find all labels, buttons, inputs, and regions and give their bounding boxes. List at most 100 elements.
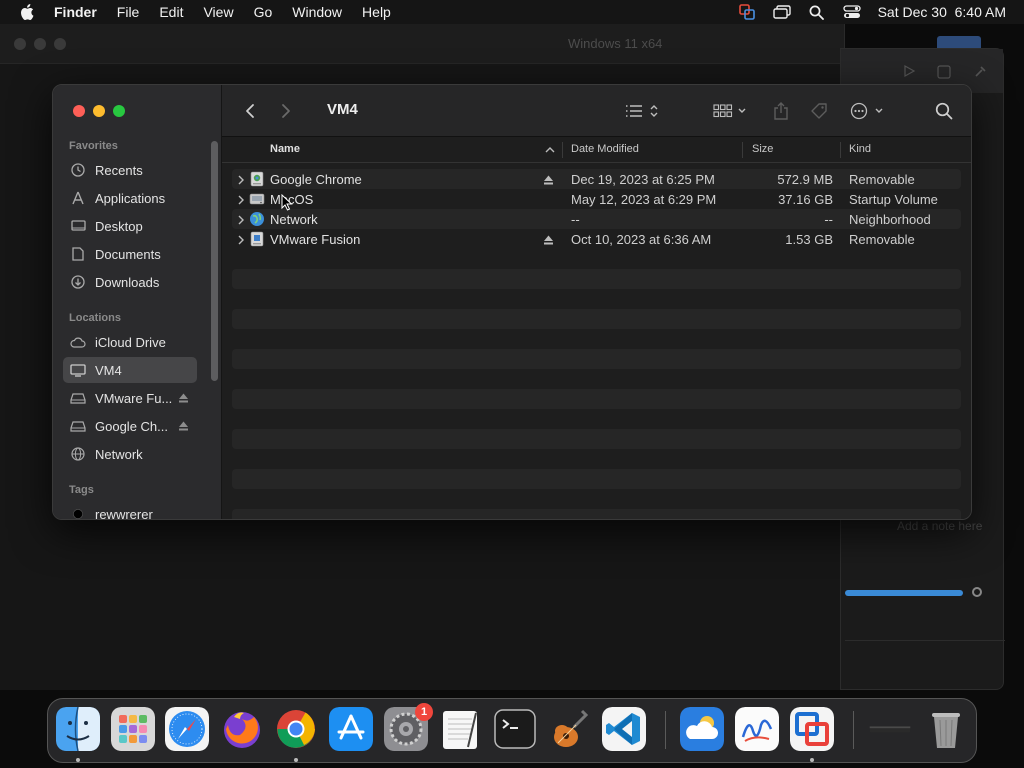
sidebar-item-tag[interactable]: rewwrerer bbox=[63, 501, 197, 519]
dock-disk[interactable] bbox=[868, 707, 912, 751]
zoom-button[interactable] bbox=[113, 105, 125, 117]
sidebar-item-recents[interactable]: Recents bbox=[63, 157, 197, 183]
apple-menu-icon[interactable] bbox=[18, 4, 36, 20]
table-row[interactable]: Google Chrome Dec 19, 2023 at 6:25 PM 57… bbox=[232, 169, 961, 189]
dock-vmware-fusion[interactable] bbox=[790, 707, 834, 751]
menu-clock[interactable]: Sat Dec 30 6:40 AM bbox=[878, 4, 1006, 20]
menu-go[interactable]: Go bbox=[254, 4, 273, 20]
finder-sidebar: Favorites Recents Applications Desktop D… bbox=[53, 85, 222, 519]
tag-button[interactable] bbox=[809, 101, 829, 121]
column-separator[interactable] bbox=[840, 142, 841, 158]
eject-icon[interactable] bbox=[543, 233, 554, 248]
sidebar-item-label: Recents bbox=[95, 162, 143, 178]
empty-row bbox=[232, 249, 961, 269]
empty-row bbox=[232, 449, 961, 469]
dock-google-chrome[interactable] bbox=[274, 707, 318, 751]
menu-help[interactable]: Help bbox=[362, 4, 391, 20]
sidebar-item-label: Downloads bbox=[95, 274, 160, 290]
sidebar-item-applications[interactable]: Applications bbox=[63, 185, 197, 211]
control-center-icon[interactable] bbox=[842, 4, 861, 20]
dock-safari[interactable] bbox=[165, 707, 209, 751]
disclosure-triangle-icon[interactable] bbox=[237, 193, 245, 208]
menu-app-finder[interactable]: Finder bbox=[54, 4, 97, 20]
close-button[interactable] bbox=[73, 105, 85, 117]
table-row[interactable]: VMware Fusion Oct 10, 2023 at 6:36 AM 1.… bbox=[232, 229, 961, 249]
applications-icon bbox=[69, 189, 87, 207]
finder-toolbar: VM4 bbox=[222, 85, 971, 137]
sort-ascending-icon[interactable] bbox=[545, 145, 555, 157]
dock-freeform[interactable] bbox=[735, 707, 779, 751]
row-name: Network bbox=[270, 212, 318, 227]
menu-window[interactable]: Window bbox=[292, 4, 342, 20]
menu-edit[interactable]: Edit bbox=[159, 4, 183, 20]
back-button[interactable] bbox=[240, 101, 260, 121]
dock-running-indicator bbox=[76, 758, 80, 762]
sidebar-item-google-chrome[interactable]: Google Ch... bbox=[63, 413, 197, 439]
column-separator[interactable] bbox=[742, 142, 743, 158]
eject-icon[interactable] bbox=[178, 419, 189, 434]
row-size: 37.16 GB bbox=[778, 192, 833, 207]
search-button[interactable] bbox=[934, 101, 954, 121]
action-menu-button[interactable] bbox=[850, 101, 886, 121]
list-view-button[interactable] bbox=[624, 101, 660, 121]
file-list: Google Chrome Dec 19, 2023 at 6:25 PM 57… bbox=[232, 169, 961, 519]
column-kind[interactable]: Kind bbox=[849, 143, 871, 155]
drive-icon bbox=[69, 417, 87, 435]
screen-mirror-icon[interactable] bbox=[772, 4, 791, 20]
sidebar-item-network[interactable]: Network bbox=[63, 441, 197, 467]
sidebar-item-label: VM4 bbox=[95, 362, 122, 378]
disclosure-triangle-icon[interactable] bbox=[237, 233, 245, 248]
sidebar-item-downloads[interactable]: Downloads bbox=[63, 269, 197, 295]
cloud-icon bbox=[69, 333, 87, 351]
empty-row bbox=[232, 409, 961, 429]
disclosure-triangle-icon[interactable] bbox=[237, 213, 245, 228]
dock-trash[interactable] bbox=[924, 707, 968, 751]
menu-view[interactable]: View bbox=[203, 4, 233, 20]
minimize-button[interactable] bbox=[93, 105, 105, 117]
dock-launchpad[interactable] bbox=[111, 707, 155, 751]
sidebar-item-desktop[interactable]: Desktop bbox=[63, 213, 197, 239]
bg-tools-icon bbox=[973, 65, 987, 79]
eject-icon[interactable] bbox=[178, 391, 189, 406]
bg-minimize-icon bbox=[34, 38, 46, 50]
disclosure-triangle-icon[interactable] bbox=[237, 173, 245, 188]
spotlight-icon[interactable] bbox=[808, 4, 826, 20]
parallels-icon[interactable] bbox=[738, 4, 756, 20]
notification-badge: 1 bbox=[415, 703, 433, 721]
column-name[interactable]: Name bbox=[270, 143, 300, 155]
eject-icon[interactable] bbox=[543, 173, 554, 188]
column-size[interactable]: Size bbox=[752, 143, 773, 155]
row-kind: Removable bbox=[849, 172, 915, 187]
table-row[interactable]: MacOS May 12, 2023 at 6:29 PM 37.16 GB S… bbox=[232, 189, 961, 209]
sidebar-item-vmware-fusion[interactable]: VMware Fu... bbox=[63, 385, 197, 411]
dock-running-indicator bbox=[810, 758, 814, 762]
empty-row bbox=[232, 489, 961, 509]
dock-textedit[interactable] bbox=[438, 707, 482, 751]
group-by-button[interactable] bbox=[713, 101, 749, 121]
dock-garageband[interactable] bbox=[548, 707, 592, 751]
row-date: May 12, 2023 at 6:29 PM bbox=[571, 192, 717, 207]
share-button[interactable] bbox=[772, 101, 790, 121]
dock-finder[interactable] bbox=[56, 707, 100, 751]
dock-firefox[interactable] bbox=[220, 707, 264, 751]
dock-running-indicator bbox=[294, 758, 298, 762]
sidebar-item-label: Applications bbox=[95, 190, 166, 206]
column-separator[interactable] bbox=[562, 142, 563, 158]
sidebar-section-locations: Locations bbox=[69, 312, 121, 324]
sidebar-item-vm4[interactable]: VM4 bbox=[63, 357, 197, 383]
dock-visual-studio-code[interactable] bbox=[602, 707, 646, 751]
column-date-modified[interactable]: Date Modified bbox=[571, 143, 639, 155]
sidebar-scrollbar[interactable] bbox=[211, 141, 218, 381]
empty-row bbox=[232, 429, 961, 449]
forward-button[interactable] bbox=[276, 101, 296, 121]
menu-file[interactable]: File bbox=[117, 4, 140, 20]
sidebar-item-documents[interactable]: Documents bbox=[63, 241, 197, 267]
dock-app-store[interactable] bbox=[329, 707, 373, 751]
table-row[interactable]: Network -- -- Neighborhood bbox=[232, 209, 961, 229]
dock-terminal[interactable] bbox=[493, 707, 537, 751]
download-icon bbox=[69, 273, 87, 291]
sidebar-item-icloud-drive[interactable]: iCloud Drive bbox=[63, 329, 197, 355]
dock-separator bbox=[665, 711, 666, 749]
dock-weather[interactable] bbox=[680, 707, 724, 751]
sidebar-item-label: VMware Fu... bbox=[95, 390, 173, 406]
